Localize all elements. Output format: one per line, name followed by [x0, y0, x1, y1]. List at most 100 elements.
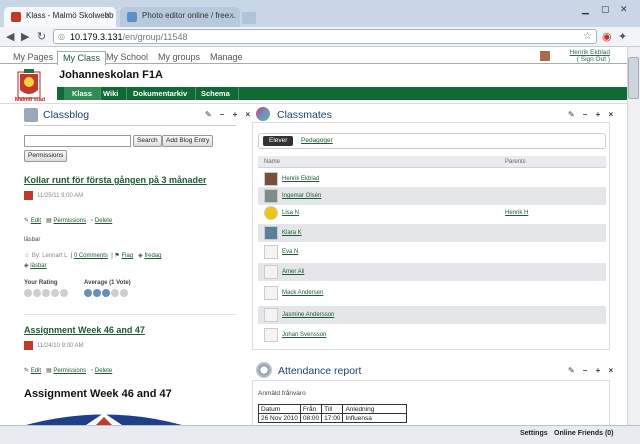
address-bar[interactable]: ◎ 10.179.3.131/en/group/11548 ☆ [53, 29, 597, 44]
opera-extension-icon[interactable]: ◉ [602, 30, 612, 43]
classmate-row: Klara K [258, 224, 606, 242]
browser-toolbar: ◀ ▶ ↻ ◎ 10.179.3.131/en/group/11548 ☆ ◉ … [0, 27, 640, 47]
post-tag2-row: ◈ läsbar [24, 262, 47, 269]
scrollbar-thumb[interactable] [628, 57, 639, 99]
author-icon: ☺ [24, 253, 31, 259]
permissions-link[interactable]: Permissions [53, 218, 86, 224]
star-icon[interactable] [24, 289, 32, 297]
browser-tab-label: Photo editor online / free... [142, 11, 236, 20]
avatar[interactable] [264, 328, 278, 342]
td-date: 26 Nov 2010 [258, 413, 301, 423]
delete-link[interactable]: Delete [95, 218, 112, 224]
reload-icon[interactable]: ↻ [37, 30, 46, 43]
post-date: 11/25/11 9:00 AM [37, 193, 84, 199]
col-name: Name [264, 159, 281, 165]
sign-out-link[interactable]: ( Sign Out ) [570, 56, 610, 63]
divider [24, 125, 236, 126]
add-blog-entry-button[interactable]: Add Blog Entry [162, 135, 214, 147]
new-tab-button[interactable] [242, 12, 256, 24]
wrench-icon[interactable]: ✦ [618, 30, 627, 43]
attendance-controls[interactable]: ✎ – + × [568, 366, 616, 375]
avatar[interactable] [264, 172, 278, 186]
close-window-icon[interactable]: ✕ [620, 4, 628, 15]
classblog-controls[interactable]: ✎ – + × [205, 110, 253, 119]
page-scrollbar[interactable] [627, 47, 640, 425]
classmate-name[interactable]: Johan Svensson [282, 332, 326, 338]
menu-my-school[interactable]: My School [101, 51, 153, 65]
blog-search-input[interactable] [24, 135, 131, 147]
back-icon[interactable]: ◀ [6, 30, 14, 43]
menu-my-groups[interactable]: My groups [153, 51, 205, 65]
classmate-name[interactable]: Henrik Ekblad [282, 176, 319, 182]
calendar-icon [24, 191, 33, 200]
classmate-name[interactable]: Klara K [282, 230, 302, 236]
classmate-parent[interactable]: Henrik H [505, 210, 528, 216]
post-tag-line: läsbar [24, 237, 41, 243]
avatar[interactable] [264, 189, 278, 203]
star-icon [93, 289, 101, 297]
tab-pedagoger[interactable]: Pedagoger [301, 137, 333, 144]
post-date: 11/24/10 9:00 AM [37, 343, 84, 349]
avatar[interactable] [264, 226, 278, 240]
menu-my-pages[interactable]: My Pages [8, 51, 58, 65]
settings-button[interactable]: Settings [520, 430, 548, 437]
subnav-schema[interactable]: Schema [193, 87, 239, 100]
menu-manage[interactable]: Manage [205, 51, 248, 65]
minimize-icon[interactable]: ▁ [582, 4, 589, 15]
classblog-title: Classblog [43, 109, 90, 121]
your-rating-stars[interactable] [24, 289, 69, 299]
classmate-name[interactable]: Lisa N [282, 210, 299, 216]
browser-tab[interactable]: Photo editor online / free... × [120, 7, 240, 27]
user-avatar[interactable] [540, 51, 550, 61]
star-icon [120, 289, 128, 297]
flag-link[interactable]: Flag [121, 253, 133, 259]
comments-link[interactable]: 0 Comments [74, 253, 108, 259]
user-name-link[interactable]: Henrik Ekblad [570, 49, 610, 56]
classmate-name[interactable]: Ingemar Olsén [282, 193, 321, 199]
browser-tab-active[interactable]: Klass - Malmö Skolwebb × [4, 7, 116, 27]
bookmark-star-icon[interactable]: ☆ [583, 31, 592, 42]
star-icon[interactable] [51, 289, 59, 297]
forward-icon[interactable]: ▶ [21, 30, 29, 43]
menu-my-class[interactable]: My Class [57, 51, 107, 65]
delete-icon: ▫ [91, 368, 94, 374]
permissions-button[interactable]: Permissions [24, 150, 68, 162]
edit-link[interactable]: Edit [31, 218, 41, 224]
top-menu: My Pages My Class My School My groups Ma… [0, 49, 627, 65]
subnav-dokumentarkiv[interactable]: Dokumentarkiv [125, 87, 197, 100]
avatar[interactable] [264, 245, 278, 259]
tag-icon: ◈ [24, 263, 29, 269]
star-icon[interactable] [33, 289, 41, 297]
close-tab-icon[interactable]: × [105, 11, 110, 20]
search-button[interactable]: Search [133, 135, 162, 147]
blog-post-title[interactable]: Kollar runt för första gången på 3 månad… [24, 175, 207, 185]
delete-link[interactable]: Delete [95, 368, 112, 374]
classmate-name[interactable]: Jasmine Andersson [282, 312, 334, 318]
star-icon[interactable] [42, 289, 50, 297]
avatar[interactable] [264, 206, 278, 220]
blog-post-title[interactable]: Assignment Week 46 and 47 [24, 325, 145, 335]
permissions-link[interactable]: Permissions [53, 368, 86, 374]
online-friends-button[interactable]: Online Friends (0) [554, 430, 614, 437]
clock-icon [256, 362, 272, 378]
classmate-name[interactable]: Eva N [282, 249, 298, 255]
tag-link-lasbar[interactable]: läsbar [30, 263, 46, 269]
avatar[interactable] [264, 265, 278, 279]
edit-link[interactable]: Edit [31, 368, 41, 374]
classmates-controls[interactable]: ✎ – + × [568, 110, 616, 119]
classmate-row: Johan Svensson [258, 326, 606, 344]
star-icon[interactable] [60, 289, 68, 297]
your-rating-label: Your Rating [24, 280, 58, 286]
subnav-wiki[interactable]: Wiki [95, 87, 128, 100]
close-tab-icon[interactable]: × [229, 11, 234, 20]
maximize-icon[interactable]: ▢ [601, 4, 610, 15]
post-actions: ✎ Edit ▤ Permissions ▫ Delete [24, 367, 112, 374]
classmate-name[interactable]: Amer Ali [282, 269, 304, 275]
tab-elever[interactable]: Elever [263, 136, 294, 146]
avatar[interactable] [264, 286, 278, 300]
tag-link-fredag[interactable]: fredag [144, 253, 161, 259]
user-box: Henrik Ekblad ( Sign Out ) [570, 49, 610, 63]
avatar[interactable] [264, 308, 278, 322]
classmates-header: Name Parents [258, 156, 606, 168]
classmate-name[interactable]: Mack Andersen [282, 290, 323, 296]
